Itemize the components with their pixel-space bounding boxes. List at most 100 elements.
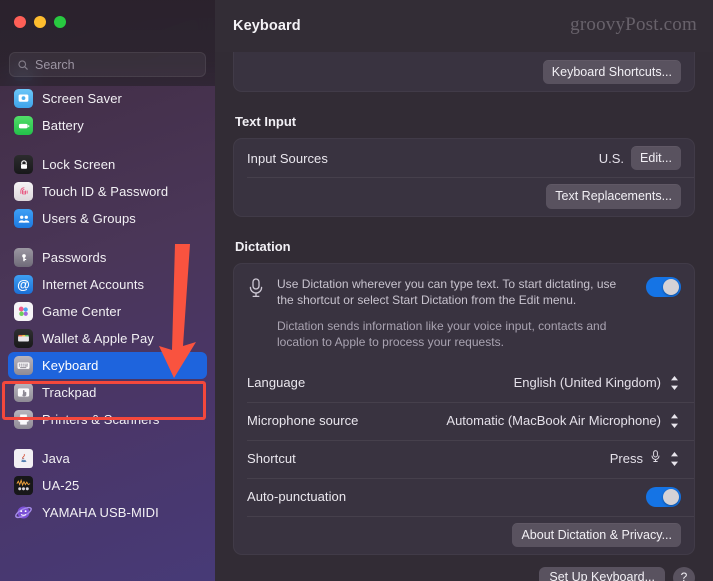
text-input-section-title: Text Input	[235, 114, 297, 130]
sidebar-item-label: Touch ID & Password	[42, 184, 169, 199]
sidebar-item-label: Lock Screen	[42, 157, 116, 172]
game-center-icon	[14, 302, 33, 321]
sidebar-item-label: UA-25	[42, 478, 80, 493]
search-input[interactable]	[35, 57, 198, 72]
keyboard-options-card: Keyboard Shortcuts...	[233, 52, 695, 93]
keyboard-shortcuts-row: Keyboard Shortcuts...	[234, 53, 694, 91]
system-settings-window: Screen Saver Battery Lock Screen Touch I…	[0, 0, 713, 581]
sidebar: Screen Saver Battery Lock Screen Touch I…	[0, 0, 215, 581]
internet-accounts-icon: @	[14, 275, 33, 294]
sidebar-item-ua-25[interactable]: UA-25	[8, 472, 207, 499]
keyboard-icon	[14, 356, 33, 375]
microphone-icon	[247, 277, 267, 304]
passwords-icon	[14, 248, 33, 267]
sidebar-item-label: YAMAHA USB-MIDI	[42, 505, 159, 520]
settings-scroll-area[interactable]: Keyboard Shortcuts... Text Input Input S…	[215, 52, 713, 581]
sidebar-item-trackpad[interactable]: Trackpad	[8, 379, 207, 406]
sidebar-item-label: Wallet & Apple Pay	[42, 331, 154, 346]
sidebar-item-label: Game Center	[42, 304, 122, 319]
lock-screen-icon	[14, 155, 33, 174]
edit-input-sources-button[interactable]: Edit...	[631, 146, 681, 171]
dictation-card: Use Dictation wherever you can type text…	[233, 262, 695, 555]
sidebar-item-label: Java	[42, 451, 70, 466]
main-pane: Keyboard groovyPost.com Keyboard Shortcu…	[215, 0, 713, 581]
java-icon	[14, 449, 33, 468]
text-input-card: Input Sources U.S. Edit... Text Replacem…	[233, 138, 695, 217]
zoom-button[interactable]	[54, 16, 66, 28]
auto-punctuation-row: Auto-punctuation	[234, 477, 694, 516]
about-dictation-privacy-button[interactable]: About Dictation & Privacy...	[512, 522, 681, 547]
auto-punctuation-toggle[interactable]	[646, 486, 681, 507]
search-icon	[18, 59, 28, 70]
minimize-button[interactable]	[34, 16, 46, 28]
dictation-shortcut-row[interactable]: Shortcut Press	[234, 439, 694, 478]
close-button[interactable]	[14, 16, 26, 28]
sidebar-item-label: Screen Saver	[42, 91, 122, 106]
text-replacements-button[interactable]: Text Replacements...	[546, 184, 681, 209]
dictation-section-title: Dictation	[235, 238, 291, 254]
language-label: Language	[247, 375, 306, 391]
dictation-description-row: Use Dictation wherever you can type text…	[234, 264, 694, 364]
trackpad-icon	[14, 383, 33, 402]
printers-scanners-icon	[14, 410, 33, 429]
shortcut-value: Press	[609, 451, 643, 467]
microphone-source-label: Microphone source	[247, 413, 359, 429]
shortcut-microphone-icon	[650, 449, 661, 469]
sidebar-item-label: Trackpad	[42, 385, 97, 400]
input-sources-value: U.S.	[598, 150, 625, 166]
language-value: English (United Kingdom)	[513, 375, 661, 391]
sidebar-item-printers-scanners[interactable]: Printers & Scanners	[8, 406, 207, 433]
screen-saver-icon	[14, 89, 33, 108]
sidebar-item-passwords[interactable]: Passwords	[8, 244, 207, 271]
sidebar-item-label: Internet Accounts	[42, 277, 145, 292]
users-groups-icon	[14, 209, 33, 228]
search-field[interactable]	[9, 52, 206, 77]
sidebar-item-users-groups[interactable]: Users & Groups	[8, 205, 207, 232]
sidebar-item-game-center[interactable]: Game Center	[8, 298, 207, 325]
sidebar-item-yamaha-usb-midi[interactable]: YAMAHA USB-MIDI	[8, 499, 207, 526]
dictation-toggle[interactable]	[646, 276, 681, 297]
sidebar-item-label: Battery	[42, 118, 84, 133]
sidebar-group-divider	[0, 232, 215, 244]
sidebar-item-lock-screen[interactable]: Lock Screen	[8, 151, 207, 178]
sidebar-item-label: Users & Groups	[42, 211, 136, 226]
language-stepper[interactable]	[668, 373, 681, 393]
battery-icon	[14, 116, 33, 135]
ua25-icon	[14, 476, 33, 495]
dictation-description-primary: Use Dictation wherever you can type text…	[277, 276, 617, 308]
sidebar-item-java[interactable]: Java	[8, 445, 207, 472]
bottom-partial-controls: Set Up Keyboard... ?	[233, 567, 695, 581]
sidebar-group-divider	[0, 139, 215, 151]
shortcut-label: Shortcut	[247, 451, 296, 467]
help-button[interactable]: ?	[673, 567, 695, 581]
sidebar-item-label: Keyboard	[42, 358, 99, 373]
input-sources-label: Input Sources	[247, 150, 328, 166]
sidebar-item-battery[interactable]: Battery	[8, 112, 207, 139]
auto-punctuation-toggle-knob	[663, 488, 679, 505]
dictation-language-row[interactable]: Language English (United Kingdom)	[234, 364, 694, 402]
pane-titlebar: Keyboard groovyPost.com	[215, 0, 713, 52]
sidebar-item-touch-id[interactable]: Touch ID & Password	[8, 178, 207, 205]
sidebar-item-internet-accounts[interactable]: @ Internet Accounts	[8, 271, 207, 298]
microphone-source-stepper[interactable]	[668, 411, 681, 431]
input-sources-row: Input Sources U.S. Edit...	[234, 139, 694, 177]
shortcut-stepper[interactable]	[668, 449, 681, 469]
text-replacements-row: Text Replacements...	[234, 177, 694, 215]
dictation-description-secondary: Dictation sends information like your vo…	[277, 318, 607, 350]
sidebar-group-divider	[0, 433, 215, 445]
wallet-icon	[14, 329, 33, 348]
sidebar-item-screen-saver[interactable]: Screen Saver	[8, 85, 207, 112]
dictation-microphone-source-row[interactable]: Microphone source Automatic (MacBook Air…	[234, 401, 694, 440]
sidebar-item-wallet-apple-pay[interactable]: Wallet & Apple Pay	[8, 325, 207, 352]
set-up-keyboard-button[interactable]: Set Up Keyboard...	[539, 567, 665, 581]
sidebar-item-keyboard[interactable]: Keyboard	[8, 352, 207, 379]
sidebar-item-label: Printers & Scanners	[42, 412, 160, 427]
auto-punctuation-label: Auto-punctuation	[247, 489, 347, 505]
window-controls[interactable]	[14, 16, 66, 28]
keyboard-shortcuts-button[interactable]: Keyboard Shortcuts...	[542, 60, 681, 85]
dictation-toggle-knob	[663, 278, 679, 295]
microphone-source-value: Automatic (MacBook Air Microphone)	[446, 413, 661, 429]
about-dictation-row: About Dictation & Privacy...	[234, 515, 694, 554]
watermark: groovyPost.com	[570, 14, 697, 35]
touch-id-icon	[14, 182, 33, 201]
